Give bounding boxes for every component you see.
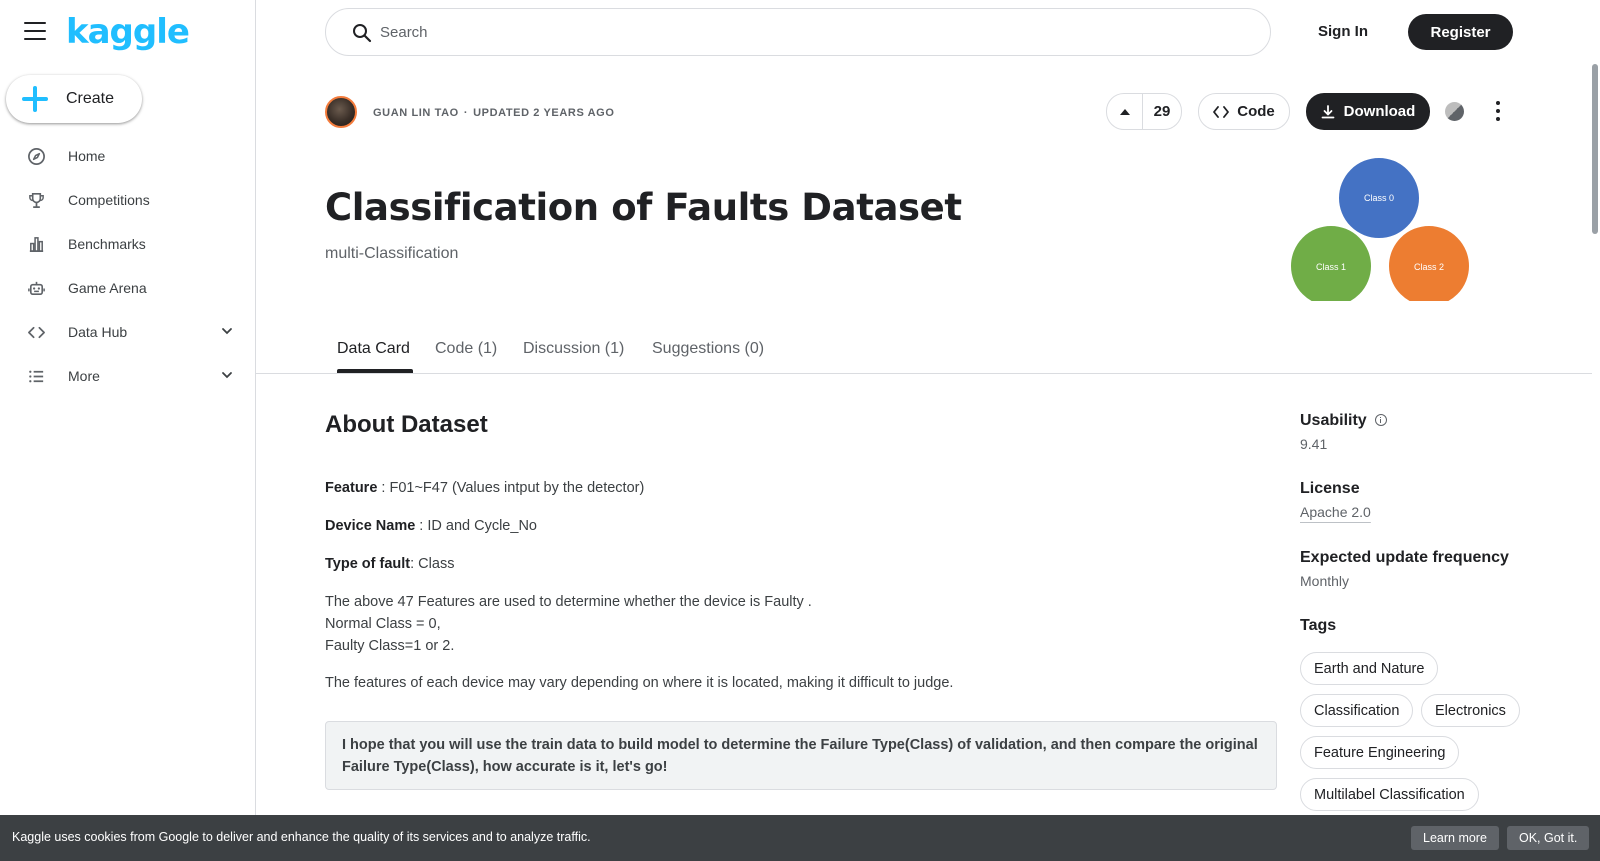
frequency-heading: Expected update frequency [1300,549,1509,566]
code-button-label: Code [1237,103,1275,120]
sidebar-item-label: Home [68,148,106,164]
device-value: : ID and Cycle_No [415,518,537,534]
fault-line: Type of fault: Class [325,553,454,575]
callout-box: I hope that you will use the train data … [325,721,1277,790]
search-bar [325,8,1271,56]
download-icon [1321,104,1335,118]
frequency-value: Monthly [1300,573,1350,589]
theme-toggle-icon[interactable] [1445,102,1464,121]
ok-got-it-button[interactable]: OK, Got it. [1507,826,1590,850]
list-icon [26,366,46,386]
fault-label: Type of fault [325,556,411,572]
create-button[interactable]: Create [6,75,142,123]
sidebar-item-label: Game Arena [68,280,147,296]
device-label: Device Name [325,518,416,534]
robot-icon [26,278,46,298]
search-icon [352,23,372,48]
cover-label-class-1: Class 1 [1316,262,1346,272]
sidebar-item-label: Competitions [68,192,150,208]
tag-chip[interactable]: Multilabel Classification [1300,778,1479,811]
dataset-cover-image: Class 0 Class 1 Class 2 [1284,158,1474,301]
register-button[interactable]: Register [1408,14,1513,50]
meta-separator: · [463,107,469,119]
tab-suggestions[interactable]: Suggestions (0) [652,340,764,358]
tab-bar: Data Card Code (1) Discussion (1) Sugges… [256,324,1592,374]
feature-value: : F01~F47 (Values intput by the detector… [377,480,645,496]
active-tab-indicator [337,369,413,373]
hamburger-menu-icon[interactable] [24,22,46,40]
info-icon[interactable] [1374,414,1387,426]
sidebar-nav: Home Competitions Benchmarks Game Arena … [0,134,256,398]
trophy-icon [26,190,46,210]
tab-code[interactable]: Code (1) [435,340,497,358]
cookie-banner: Kaggle uses cookies from Google to deliv… [0,815,1600,861]
sidebar-item-label: Benchmarks [68,236,146,252]
page-subtitle: multi-Classification [325,245,459,262]
feature-line: Feature : F01~F47 (Values intput by the … [325,477,644,499]
compass-icon [26,146,46,166]
fault-value: : Class [410,556,455,572]
cookie-text: Kaggle uses cookies from Google to deliv… [12,830,591,844]
more-options-icon[interactable] [1494,101,1502,121]
upvote-button[interactable] [1107,94,1143,129]
vote-widget: 29 [1106,93,1182,130]
usability-value: 9.41 [1300,436,1328,452]
create-label: Create [66,90,115,107]
license-heading: License [1300,480,1360,497]
sidebar-item-label: More [68,368,100,384]
sidebar-item-benchmarks[interactable]: Benchmarks [0,222,256,266]
tag-chip[interactable]: Electronics [1421,694,1520,727]
class-description: The above 47 Features are used to determ… [325,591,812,657]
sidebar-item-game-arena[interactable]: Game Arena [0,266,256,310]
kaggle-logo[interactable]: kaggle [66,12,190,52]
scrollbar[interactable] [1592,64,1598,234]
bar-chart-icon [26,234,46,254]
chevron-down-icon[interactable] [220,368,234,382]
tag-chip[interactable]: Feature Engineering [1300,736,1460,769]
features-paragraph: The features of each device may vary dep… [325,675,954,691]
tab-discussion[interactable]: Discussion (1) [523,340,624,358]
cover-label-class-2: Class 2 [1414,262,1444,272]
page-title: Classification of Faults Dataset [325,186,962,229]
dataset-meta: GUAN LIN TAO · UPDATED 2 YEARS AGO [373,107,614,119]
tags-heading: Tags [1300,617,1337,634]
class-description-line: The above 47 Features are used to determ… [325,594,812,610]
sidebar-item-home[interactable]: Home [0,134,256,178]
sidebar-item-data-hub[interactable]: Data Hub [0,310,256,354]
sidebar-item-competitions[interactable]: Competitions [0,178,256,222]
learn-more-button[interactable]: Learn more [1411,826,1499,850]
sidebar-item-label: Data Hub [68,324,128,340]
search-input[interactable] [380,9,1240,55]
usability-heading: Usability [1300,412,1387,430]
sidebar: kaggle Create Home Competitions Benchmar… [0,0,256,861]
device-line: Device Name : ID and Cycle_No [325,515,537,537]
tag-chip[interactable]: Earth and Nature [1300,652,1439,685]
cover-label-class-0: Class 0 [1364,193,1394,203]
feature-label: Feature [325,480,378,496]
usability-label: Usability [1300,412,1367,429]
author-link[interactable]: GUAN LIN TAO [373,107,459,119]
plus-icon [22,86,48,112]
download-button-label: Download [1343,103,1416,120]
avatar[interactable] [325,96,357,128]
caret-up-icon [1119,108,1130,115]
sign-in-button[interactable]: Sign In [1318,23,1368,40]
download-button[interactable]: Download [1306,93,1430,130]
license-link[interactable]: Apache 2.0 [1300,504,1371,520]
code-button[interactable]: Code [1198,93,1290,130]
class-description-line: Normal Class = 0, [325,616,441,632]
tab-data-card[interactable]: Data Card [337,340,410,358]
updated-text: UPDATED 2 YEARS AGO [473,107,615,119]
vote-count: 29 [1153,103,1171,120]
about-heading: About Dataset [325,411,488,438]
code-brackets-icon [26,322,46,342]
class-description-line: Faulty Class=1 or 2. [325,638,455,654]
sidebar-item-more[interactable]: More [0,354,256,398]
code-brackets-icon [1213,105,1230,118]
tag-chip[interactable]: Classification [1300,694,1414,727]
chevron-down-icon[interactable] [220,324,234,338]
